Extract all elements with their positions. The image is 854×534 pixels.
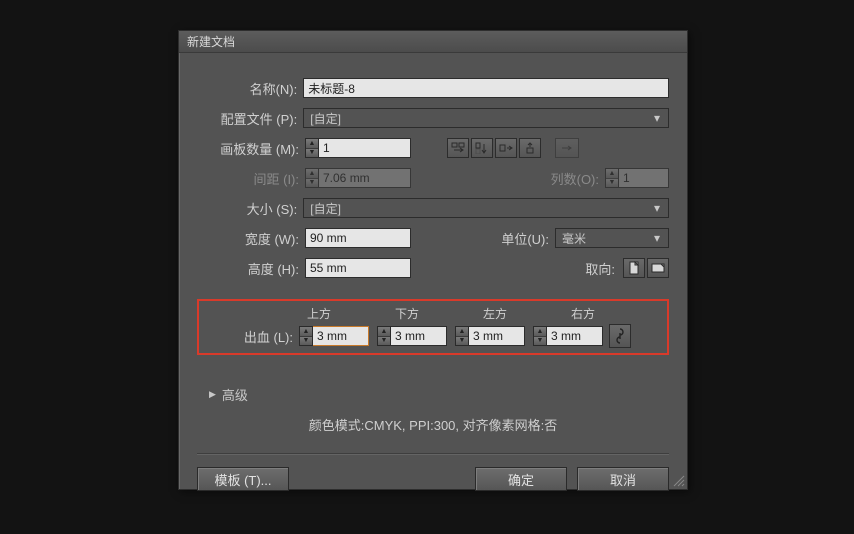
new-document-dialog: 新建文档 名称(N): 配置文件 (P): [自定] ▾ 画板数量 (M): ▲… (178, 30, 688, 490)
width-input[interactable] (305, 228, 411, 248)
grid-by-row-icon[interactable] (447, 138, 469, 158)
spinner-buttons[interactable]: ▲▼ (305, 138, 319, 158)
label-bleed: 出血 (L): (199, 327, 299, 346)
label-artboards: 画板数量 (M): (197, 139, 305, 158)
spinner-buttons[interactable]: ▲▼ (533, 326, 547, 346)
label-columns: 列数(O): (537, 169, 605, 188)
bleed-header-top: 上方 (307, 305, 395, 322)
row-size: 大小 (S): [自定] ▾ (197, 193, 669, 223)
orientation-portrait-icon[interactable] (623, 258, 645, 278)
dialog-body: 名称(N): 配置文件 (P): [自定] ▾ 画板数量 (M): ▲▼ (179, 53, 687, 283)
spinner-buttons: ▲▼ (605, 168, 619, 188)
bleed-right-spinner[interactable]: ▲▼ (533, 326, 603, 346)
label-height: 高度 (H): (197, 259, 305, 278)
label-units: 单位(U): (487, 229, 555, 248)
label-advanced: 高级 (222, 385, 248, 404)
spinner-buttons[interactable]: ▲▼ (299, 326, 313, 346)
ok-button[interactable]: 确定 (475, 467, 567, 491)
bleed-headers: 上方 下方 左方 右方 (199, 305, 659, 322)
color-mode-info: 颜色模式:CMYK, PPI:300, 对齐像素网格:否 (179, 415, 687, 434)
row-width: 宽度 (W): 单位(U): 毫米 ▾ (197, 223, 669, 253)
spinner-buttons[interactable]: ▲▼ (455, 326, 469, 346)
size-dropdown[interactable]: [自定] ▾ (303, 198, 669, 218)
disclosure-triangle-icon: ▶ (209, 389, 216, 400)
arrange-single-icon[interactable] (555, 138, 579, 158)
grid-by-column-icon[interactable] (471, 138, 493, 158)
bleed-right-input[interactable] (547, 326, 603, 346)
resize-grip-icon[interactable] (671, 473, 685, 487)
chevron-down-icon: ▾ (650, 111, 664, 125)
artboards-input[interactable] (319, 138, 411, 158)
units-value: 毫米 (562, 230, 586, 247)
bleed-top-input[interactable] (313, 326, 369, 346)
bleed-bottom-input[interactable] (391, 326, 447, 346)
dialog-titlebar[interactable]: 新建文档 (179, 31, 687, 53)
size-value: [自定] (310, 200, 341, 217)
profile-value: [自定] (310, 110, 341, 127)
artboards-spinner[interactable]: ▲▼ (305, 138, 411, 158)
label-width: 宽度 (W): (197, 229, 305, 248)
row-artboards: 画板数量 (M): ▲▼ (197, 133, 669, 163)
label-profile: 配置文件 (P): (197, 109, 303, 128)
cancel-button[interactable]: 取消 (577, 467, 669, 491)
divider (197, 453, 669, 455)
bleed-left-input[interactable] (469, 326, 525, 346)
spacing-spinner: ▲▼ (305, 168, 411, 188)
height-input[interactable] (305, 258, 411, 278)
columns-input (619, 168, 669, 188)
templates-button[interactable]: 模板 (T)... (197, 467, 289, 491)
label-name: 名称(N): (197, 79, 303, 98)
row-spacing: 间距 (I): ▲▼ 列数(O): ▲▼ (197, 163, 669, 193)
chevron-down-icon: ▾ (650, 231, 664, 245)
spacing-input (319, 168, 411, 188)
bleed-section-highlight: 上方 下方 左方 右方 出血 (L): ▲▼ ▲▼ ▲▼ (197, 299, 669, 355)
link-values-icon[interactable] (609, 324, 631, 348)
bleed-header-right: 右方 (571, 305, 659, 322)
bleed-header-bottom: 下方 (395, 305, 483, 322)
label-spacing: 间距 (I): (197, 169, 305, 188)
advanced-disclosure[interactable]: ▶ 高级 (209, 385, 248, 404)
bleed-left-spinner[interactable]: ▲▼ (455, 326, 525, 346)
row-profile: 配置文件 (P): [自定] ▾ (197, 103, 669, 133)
button-row: 模板 (T)... 确定 取消 (197, 467, 669, 491)
name-input[interactable] (303, 78, 669, 98)
dialog-title: 新建文档 (187, 35, 235, 49)
bleed-bottom-spinner[interactable]: ▲▼ (377, 326, 447, 346)
row-name: 名称(N): (197, 73, 669, 103)
spinner-buttons[interactable]: ▲▼ (377, 326, 391, 346)
arrange-up-icon[interactable] (519, 138, 541, 158)
arrange-right-icon[interactable] (495, 138, 517, 158)
profile-dropdown[interactable]: [自定] ▾ (303, 108, 669, 128)
chevron-down-icon: ▾ (650, 201, 664, 215)
columns-spinner: ▲▼ (605, 168, 669, 188)
units-dropdown[interactable]: 毫米 ▾ (555, 228, 669, 248)
spinner-buttons: ▲▼ (305, 168, 319, 188)
label-size: 大小 (S): (197, 199, 303, 218)
label-orientation: 取向: (571, 259, 621, 278)
bleed-header-left: 左方 (483, 305, 571, 322)
row-bleed: 出血 (L): ▲▼ ▲▼ ▲▼ ▲▼ (199, 324, 659, 348)
row-height: 高度 (H): 取向: (197, 253, 669, 283)
orientation-landscape-icon[interactable] (647, 258, 669, 278)
bleed-top-spinner[interactable]: ▲▼ (299, 326, 369, 346)
